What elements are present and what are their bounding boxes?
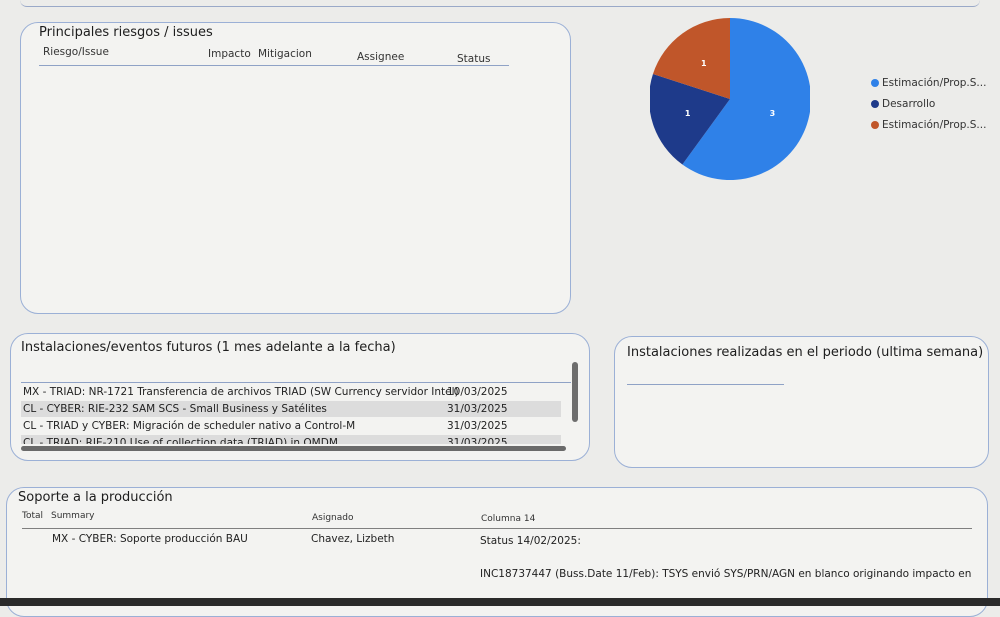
install-title: CL - TRIAD y CYBER: Migración de schedul… <box>23 420 356 432</box>
pie-data-label: 1 <box>701 59 707 68</box>
col-summary[interactable]: Summary <box>51 511 95 521</box>
risks-title: Principales riesgos / issues <box>39 25 213 40</box>
pie-legend: Estimación/Prop.S... Desarrollo Estimaci… <box>871 72 986 135</box>
future-header-rule <box>21 382 571 383</box>
install-date: 31/03/2025 <box>447 403 508 415</box>
pie-data-label: 1 <box>685 109 691 118</box>
done-installs-card: Instalaciones realizadas en el periodo (… <box>614 336 989 468</box>
col-total[interactable]: Total <box>22 511 43 521</box>
support-status: Status 14/02/2025: <box>480 535 581 547</box>
risks-card: Principales riesgos / issues Riesgo/Issu… <box>20 22 571 314</box>
col-assignee[interactable]: Assignee <box>357 51 404 63</box>
bottom-bar <box>0 598 1000 606</box>
legend-label: Estimación/Prop.S... <box>882 118 987 131</box>
table-row[interactable]: MX - TRIAD: NR-1721 Transferencia de arc… <box>21 384 561 400</box>
future-installs-card: Instalaciones/eventos futuros (1 mes ade… <box>10 333 590 461</box>
support-summary: MX - CYBER: Soporte producción BAU <box>52 533 248 545</box>
top-panel-edge <box>20 0 980 7</box>
table-row[interactable]: CL - TRIAD: RIE-210 Use of collection da… <box>21 435 561 444</box>
support-title: Soporte a la producción <box>18 490 173 505</box>
future-installs-title: Instalaciones/eventos futuros (1 mes ade… <box>21 340 396 355</box>
pie-data-label: 3 <box>770 109 776 118</box>
legend-dot <box>871 120 879 129</box>
install-date: 10/03/2025 <box>447 386 508 398</box>
pie-chart: 3 1 1 <box>649 14 811 184</box>
install-title: MX - TRIAD: NR-1721 Transferencia de arc… <box>23 386 459 398</box>
col-columna-14[interactable]: Columna 14 <box>481 514 535 524</box>
col-status[interactable]: Status <box>457 53 490 65</box>
col-mitigation[interactable]: Mitigacion <box>258 48 312 60</box>
table-row[interactable]: CL - CYBER: RIE-232 SAM SCS - Small Busi… <box>21 401 561 417</box>
install-date: 31/03/2025 <box>447 420 508 432</box>
support-detail: INC18737447 (Buss.Date 11/Feb): TSYS env… <box>480 568 972 580</box>
legend-item-estimacion-1[interactable]: Estimación/Prop.S... <box>871 72 986 93</box>
legend-dot <box>871 78 879 87</box>
table-row[interactable]: CL - TRIAD y CYBER: Migración de schedul… <box>21 418 561 434</box>
col-impact[interactable]: Impacto <box>208 48 251 60</box>
legend-label: Estimación/Prop.S... <box>882 76 987 89</box>
install-date: 31/03/2025 <box>447 437 508 444</box>
support-header-rule <box>22 528 972 529</box>
done-installs-title: Instalaciones realizadas en el periodo (… <box>627 345 984 360</box>
legend-label: Desarrollo <box>882 97 936 110</box>
col-assigned[interactable]: Asignado <box>312 513 354 523</box>
horizontal-scrollbar[interactable] <box>21 446 566 451</box>
done-header-rule <box>627 384 784 385</box>
risks-header-rule <box>39 65 509 66</box>
legend-item-desarrollo[interactable]: Desarrollo <box>871 93 986 114</box>
support-assigned: Chavez, Lizbeth <box>311 533 395 545</box>
col-risk-issue[interactable]: Riesgo/Issue <box>43 46 109 58</box>
install-title: CL - TRIAD: RIE-210 Use of collection da… <box>23 437 338 444</box>
install-title: CL - CYBER: RIE-232 SAM SCS - Small Busi… <box>23 403 327 415</box>
legend-item-estimacion-2[interactable]: Estimación/Prop.S... <box>871 114 986 135</box>
vertical-scrollbar[interactable] <box>572 362 578 422</box>
legend-dot <box>871 99 879 108</box>
